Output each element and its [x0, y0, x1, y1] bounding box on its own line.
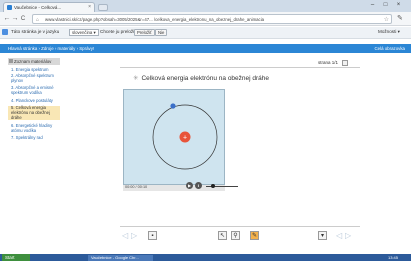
source-language-select[interactable]: slovenčina ▾ [69, 29, 99, 36]
next-slide-icon[interactable]: ▷ [131, 231, 137, 240]
url-text[interactable]: www.vlastnici.sk/cz/page.php?obsah=3005/… [45, 17, 390, 22]
fullscreen-link[interactable]: Celá obrazovka [374, 46, 405, 51]
next-page-icon[interactable]: ▷ [345, 231, 351, 240]
translate-question: Chcete ju preložiť? [100, 29, 139, 34]
sidebar-item[interactable]: 4. Planckove postuláty [8, 98, 60, 104]
home-icon[interactable]: ⌂ [36, 17, 39, 23]
pointer-tool-button[interactable]: ↖ [218, 231, 227, 240]
electron-dot [170, 103, 176, 109]
materials-sidebar: Zoznam materiálov 1. Energia spektrum 2.… [8, 58, 60, 148]
clock: 13:45 [388, 255, 399, 260]
menu-tool-button[interactable]: ▪ [148, 231, 157, 240]
wrench-icon[interactable]: ✎ [397, 14, 403, 22]
time-readout: 00:00 / 00:10 [125, 185, 148, 189]
translate-bar: Táto stránka je v jazyku slovenčina ▾ Ch… [0, 27, 411, 39]
window-controls: – □ × [366, 1, 410, 10]
breadcrumb[interactable]: Hlavná stránka › Zdroje › materiály › Sp… [8, 46, 94, 51]
site-header: Hlavná stránka › Zdroje › materiály › Sp… [0, 44, 411, 53]
list-icon [9, 59, 13, 63]
prev-page-icon[interactable]: ◁ [336, 231, 342, 240]
page-next-button[interactable] [342, 60, 349, 66]
bullet-icon: ✳ [133, 75, 139, 82]
sidebar-item[interactable]: 7. Spektrálny rad [8, 135, 60, 141]
tab-title: Vaučebnice - Celková... [14, 5, 62, 10]
minimize-button[interactable]: – [366, 1, 379, 9]
zoom-tool-button[interactable]: ⚲ [231, 231, 240, 240]
atom-simulation[interactable]: + [123, 89, 225, 185]
start-button[interactable]: Start [2, 254, 30, 261]
os-taskbar [0, 254, 411, 261]
atom-diagram: + [152, 103, 218, 170]
slide-title-wrap: ✳ Celková energia elektrónu na obežnej dr… [133, 74, 269, 82]
play-button[interactable]: ▶ [186, 182, 193, 189]
content-bottom-rule [120, 226, 360, 227]
taskbar-item[interactable]: Vaučebnice - Google Chr... [88, 255, 153, 261]
reload-icon[interactable]: C [19, 15, 27, 23]
plus-icon: + [183, 135, 187, 142]
pause-button[interactable]: ‖ [195, 182, 202, 189]
timeline-knob[interactable] [211, 184, 215, 188]
close-tab-icon[interactable]: × [88, 4, 91, 10]
options-menu[interactable]: Možnosti ▾ [378, 29, 400, 35]
highlight-tool-button[interactable]: ✎ [250, 231, 259, 240]
bookmark-star-icon[interactable]: ☆ [384, 16, 389, 23]
forward-icon[interactable]: → [11, 15, 19, 23]
prev-slide-icon[interactable]: ◁ [122, 231, 128, 240]
page-control: strana 1/1 [318, 60, 349, 66]
no-translate-button[interactable]: Nie [155, 29, 168, 36]
settings-tool-button[interactable]: ▾ [318, 231, 327, 240]
close-window-button[interactable]: × [392, 1, 405, 9]
sidebar-item[interactable]: 2. Absorpčné spektrum plynov [8, 73, 60, 84]
translate-button[interactable]: Preložiť [134, 29, 155, 36]
sidebar-item[interactable]: 6. Energetické hladiny atómu vodíka [8, 123, 60, 134]
maximize-button[interactable]: □ [379, 1, 392, 9]
browser-tab[interactable]: Vaučebnice - Celková... × [3, 2, 95, 12]
new-tab-button[interactable] [98, 4, 108, 11]
page-label: strana [318, 60, 331, 66]
sidebar-heading: Zoznam materiálov [8, 58, 60, 65]
slide-title: Celková energia elektrónu na obežnej drá… [141, 75, 270, 82]
address-bar[interactable]: ⌂ www.vlastnici.sk/cz/page.php?obsah=300… [32, 14, 392, 24]
translate-prefix: Táto stránka je v jazyku [11, 29, 60, 34]
translate-icon [2, 29, 8, 35]
page-value: 1/1 [331, 60, 339, 66]
back-icon[interactable]: ← [3, 15, 11, 23]
sidebar-item[interactable]: 3. Absorpčné a emisné spektrum vodíka [8, 85, 60, 96]
sidebar-item-active[interactable]: 5. Celková energia elektrónu na obežnej … [8, 105, 60, 121]
sidebar-heading-text: Zoznam materiálov [14, 59, 52, 64]
favicon-icon [7, 5, 12, 10]
